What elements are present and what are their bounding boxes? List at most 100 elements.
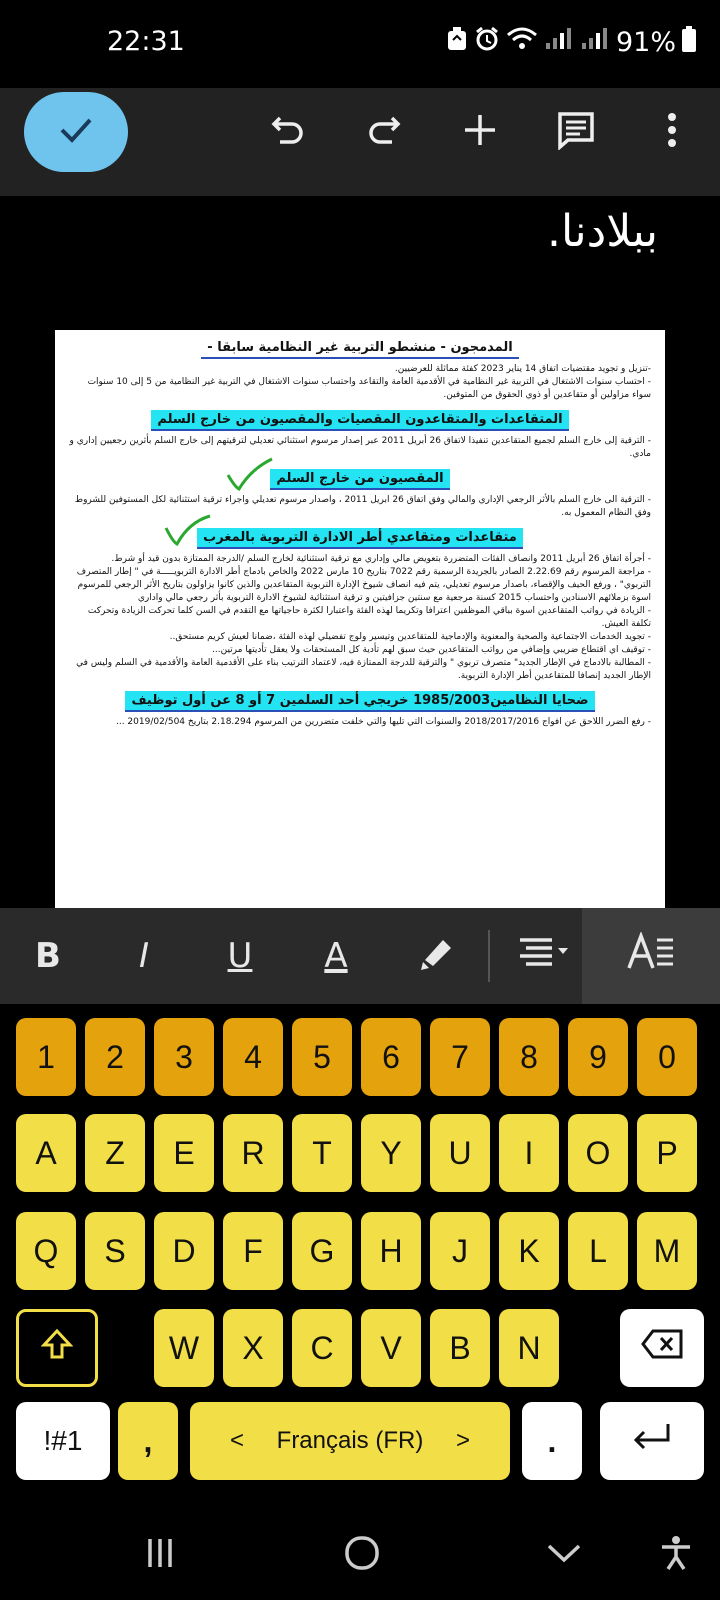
key-h[interactable]: H <box>361 1212 421 1290</box>
period-key[interactable]: . <box>522 1402 582 1480</box>
section-body: - أجرأة اتفاق 26 أبريل 2011 وانصاف الفئا… <box>55 553 665 683</box>
key-m[interactable]: M <box>637 1212 697 1290</box>
align-button[interactable] <box>506 908 582 1004</box>
embedded-document-image[interactable]: المدمجون - منشطو التربية غير النظامية سا… <box>55 330 665 908</box>
key-s[interactable]: S <box>85 1212 145 1290</box>
back-button[interactable] <box>534 1510 594 1600</box>
text-line: - الزيادة في رواتب المتقاعدين اسوة بباقي… <box>87 606 651 629</box>
key-u[interactable]: U <box>430 1114 490 1192</box>
key-9[interactable]: 9 <box>568 1018 628 1096</box>
text-line: - توقيف اي اقتطاع ضريبي وإضافي من رواتب … <box>212 645 651 655</box>
key-4[interactable]: 4 <box>223 1018 283 1096</box>
section-title: متقاعدات ومتقاعدي أطر الادارة التربوية ب… <box>197 528 523 549</box>
shift-icon <box>40 1328 74 1368</box>
key-5[interactable]: 5 <box>292 1018 352 1096</box>
recycle-icon <box>446 26 468 59</box>
text-line: - رفع الضرر اللاحق عن افواج 2018/2017/20… <box>115 717 651 727</box>
more-button[interactable] <box>648 108 696 156</box>
key-2[interactable]: 2 <box>85 1018 145 1096</box>
space-key[interactable]: < Français (FR) > <box>190 1402 510 1480</box>
navigation-bar <box>0 1510 720 1600</box>
highlight-button[interactable] <box>404 908 470 1004</box>
section-body: - الترقية إلى خارج السلم لجميع المتقاعدي… <box>55 435 665 461</box>
signal-icon-2 <box>580 27 610 58</box>
highlighter-icon <box>417 932 457 981</box>
formatting-bar: B I U A <box>0 908 720 1004</box>
key-7[interactable]: 7 <box>430 1018 490 1096</box>
section-title: المدمجون - منشطو التربية غير النظامية سا… <box>201 338 519 359</box>
text-line: - الترقية الى خارج السلم بالأثر الرجعي ا… <box>74 495 651 518</box>
comma-key[interactable]: , <box>118 1402 178 1480</box>
underline-button[interactable]: U <box>212 908 268 1004</box>
signal-icon <box>544 27 574 58</box>
undo-button[interactable] <box>264 108 312 156</box>
key-p[interactable]: P <box>637 1114 697 1192</box>
document-text[interactable]: ببلادنا. <box>547 206 658 257</box>
document-editor[interactable]: ببلادنا. المدمجون - منشطو التربية غير ال… <box>0 196 720 908</box>
comment-button[interactable] <box>552 108 600 156</box>
key-x[interactable]: X <box>223 1309 283 1387</box>
bold-button[interactable]: B <box>20 908 76 1004</box>
key-d[interactable]: D <box>154 1212 214 1290</box>
key-q[interactable]: Q <box>16 1212 76 1290</box>
done-button[interactable] <box>24 92 128 172</box>
status-time: 22:31 <box>107 26 185 57</box>
key-l[interactable]: L <box>568 1212 628 1290</box>
add-button[interactable] <box>456 108 504 156</box>
home-icon <box>344 1535 380 1575</box>
undo-icon <box>270 112 306 152</box>
redo-icon <box>366 112 402 152</box>
key-n[interactable]: N <box>499 1309 559 1387</box>
section-title: المتقاعدات والمتقاعدون المقصيات والمقصيو… <box>151 410 569 431</box>
key-z[interactable]: Z <box>85 1114 145 1192</box>
key-k[interactable]: K <box>499 1212 559 1290</box>
key-a[interactable]: A <box>16 1114 76 1192</box>
section-3: المقصيون من خارج السلم <box>55 457 665 491</box>
section-title: المقصيون من خارج السلم <box>270 469 450 490</box>
section-title: ضحايا النظامين1985/2003 خريجي أحد السلمي… <box>125 691 595 712</box>
align-icon <box>518 934 570 979</box>
symbols-key[interactable]: !#1 <box>16 1402 110 1480</box>
editor-toolbar <box>0 88 720 196</box>
enter-key[interactable] <box>600 1402 704 1480</box>
key-0[interactable]: 0 <box>637 1018 697 1096</box>
comment-icon <box>556 110 596 154</box>
key-c[interactable]: C <box>292 1309 352 1387</box>
key-1[interactable]: 1 <box>16 1018 76 1096</box>
key-f[interactable]: F <box>223 1212 283 1290</box>
key-r[interactable]: R <box>223 1114 283 1192</box>
home-button[interactable] <box>332 1510 392 1600</box>
section-body: - الترقية الى خارج السلم بالأثر الرجعي ا… <box>55 494 665 520</box>
recents-button[interactable] <box>130 1510 190 1600</box>
text-format-button[interactable] <box>582 908 720 1004</box>
key-j[interactable]: J <box>430 1212 490 1290</box>
key-w[interactable]: W <box>154 1309 214 1387</box>
backspace-icon <box>641 1329 683 1367</box>
add-icon <box>462 112 498 152</box>
keyboard: 1 2 3 4 5 6 7 8 9 0 A Z E R T Y U I O P … <box>0 1004 720 1510</box>
accessibility-button[interactable] <box>646 1510 706 1600</box>
redo-button[interactable] <box>360 108 408 156</box>
key-b[interactable]: B <box>430 1309 490 1387</box>
alarm-icon <box>474 26 500 59</box>
key-o[interactable]: O <box>568 1114 628 1192</box>
key-8[interactable]: 8 <box>499 1018 559 1096</box>
key-i[interactable]: I <box>499 1114 559 1192</box>
key-v[interactable]: V <box>361 1309 421 1387</box>
key-y[interactable]: Y <box>361 1114 421 1192</box>
italic-button[interactable]: I <box>116 908 172 1004</box>
key-g[interactable]: G <box>292 1212 352 1290</box>
section-5: ضحايا النظامين1985/2003 خريجي أحد السلمي… <box>55 689 665 712</box>
shift-key[interactable] <box>16 1309 98 1387</box>
key-6[interactable]: 6 <box>361 1018 421 1096</box>
text-line: - تجويد الخدمات الاجتماعية والصحية والمع… <box>169 632 651 642</box>
key-3[interactable]: 3 <box>154 1018 214 1096</box>
language-next-arrow: > <box>455 1427 470 1454</box>
recents-icon <box>146 1537 174 1573</box>
key-t[interactable]: T <box>292 1114 352 1192</box>
backspace-key[interactable] <box>620 1309 704 1387</box>
text-color-button[interactable]: A <box>308 908 364 1004</box>
key-e[interactable]: E <box>154 1114 214 1192</box>
back-icon <box>547 1542 581 1568</box>
status-icons: 91% <box>446 26 696 59</box>
